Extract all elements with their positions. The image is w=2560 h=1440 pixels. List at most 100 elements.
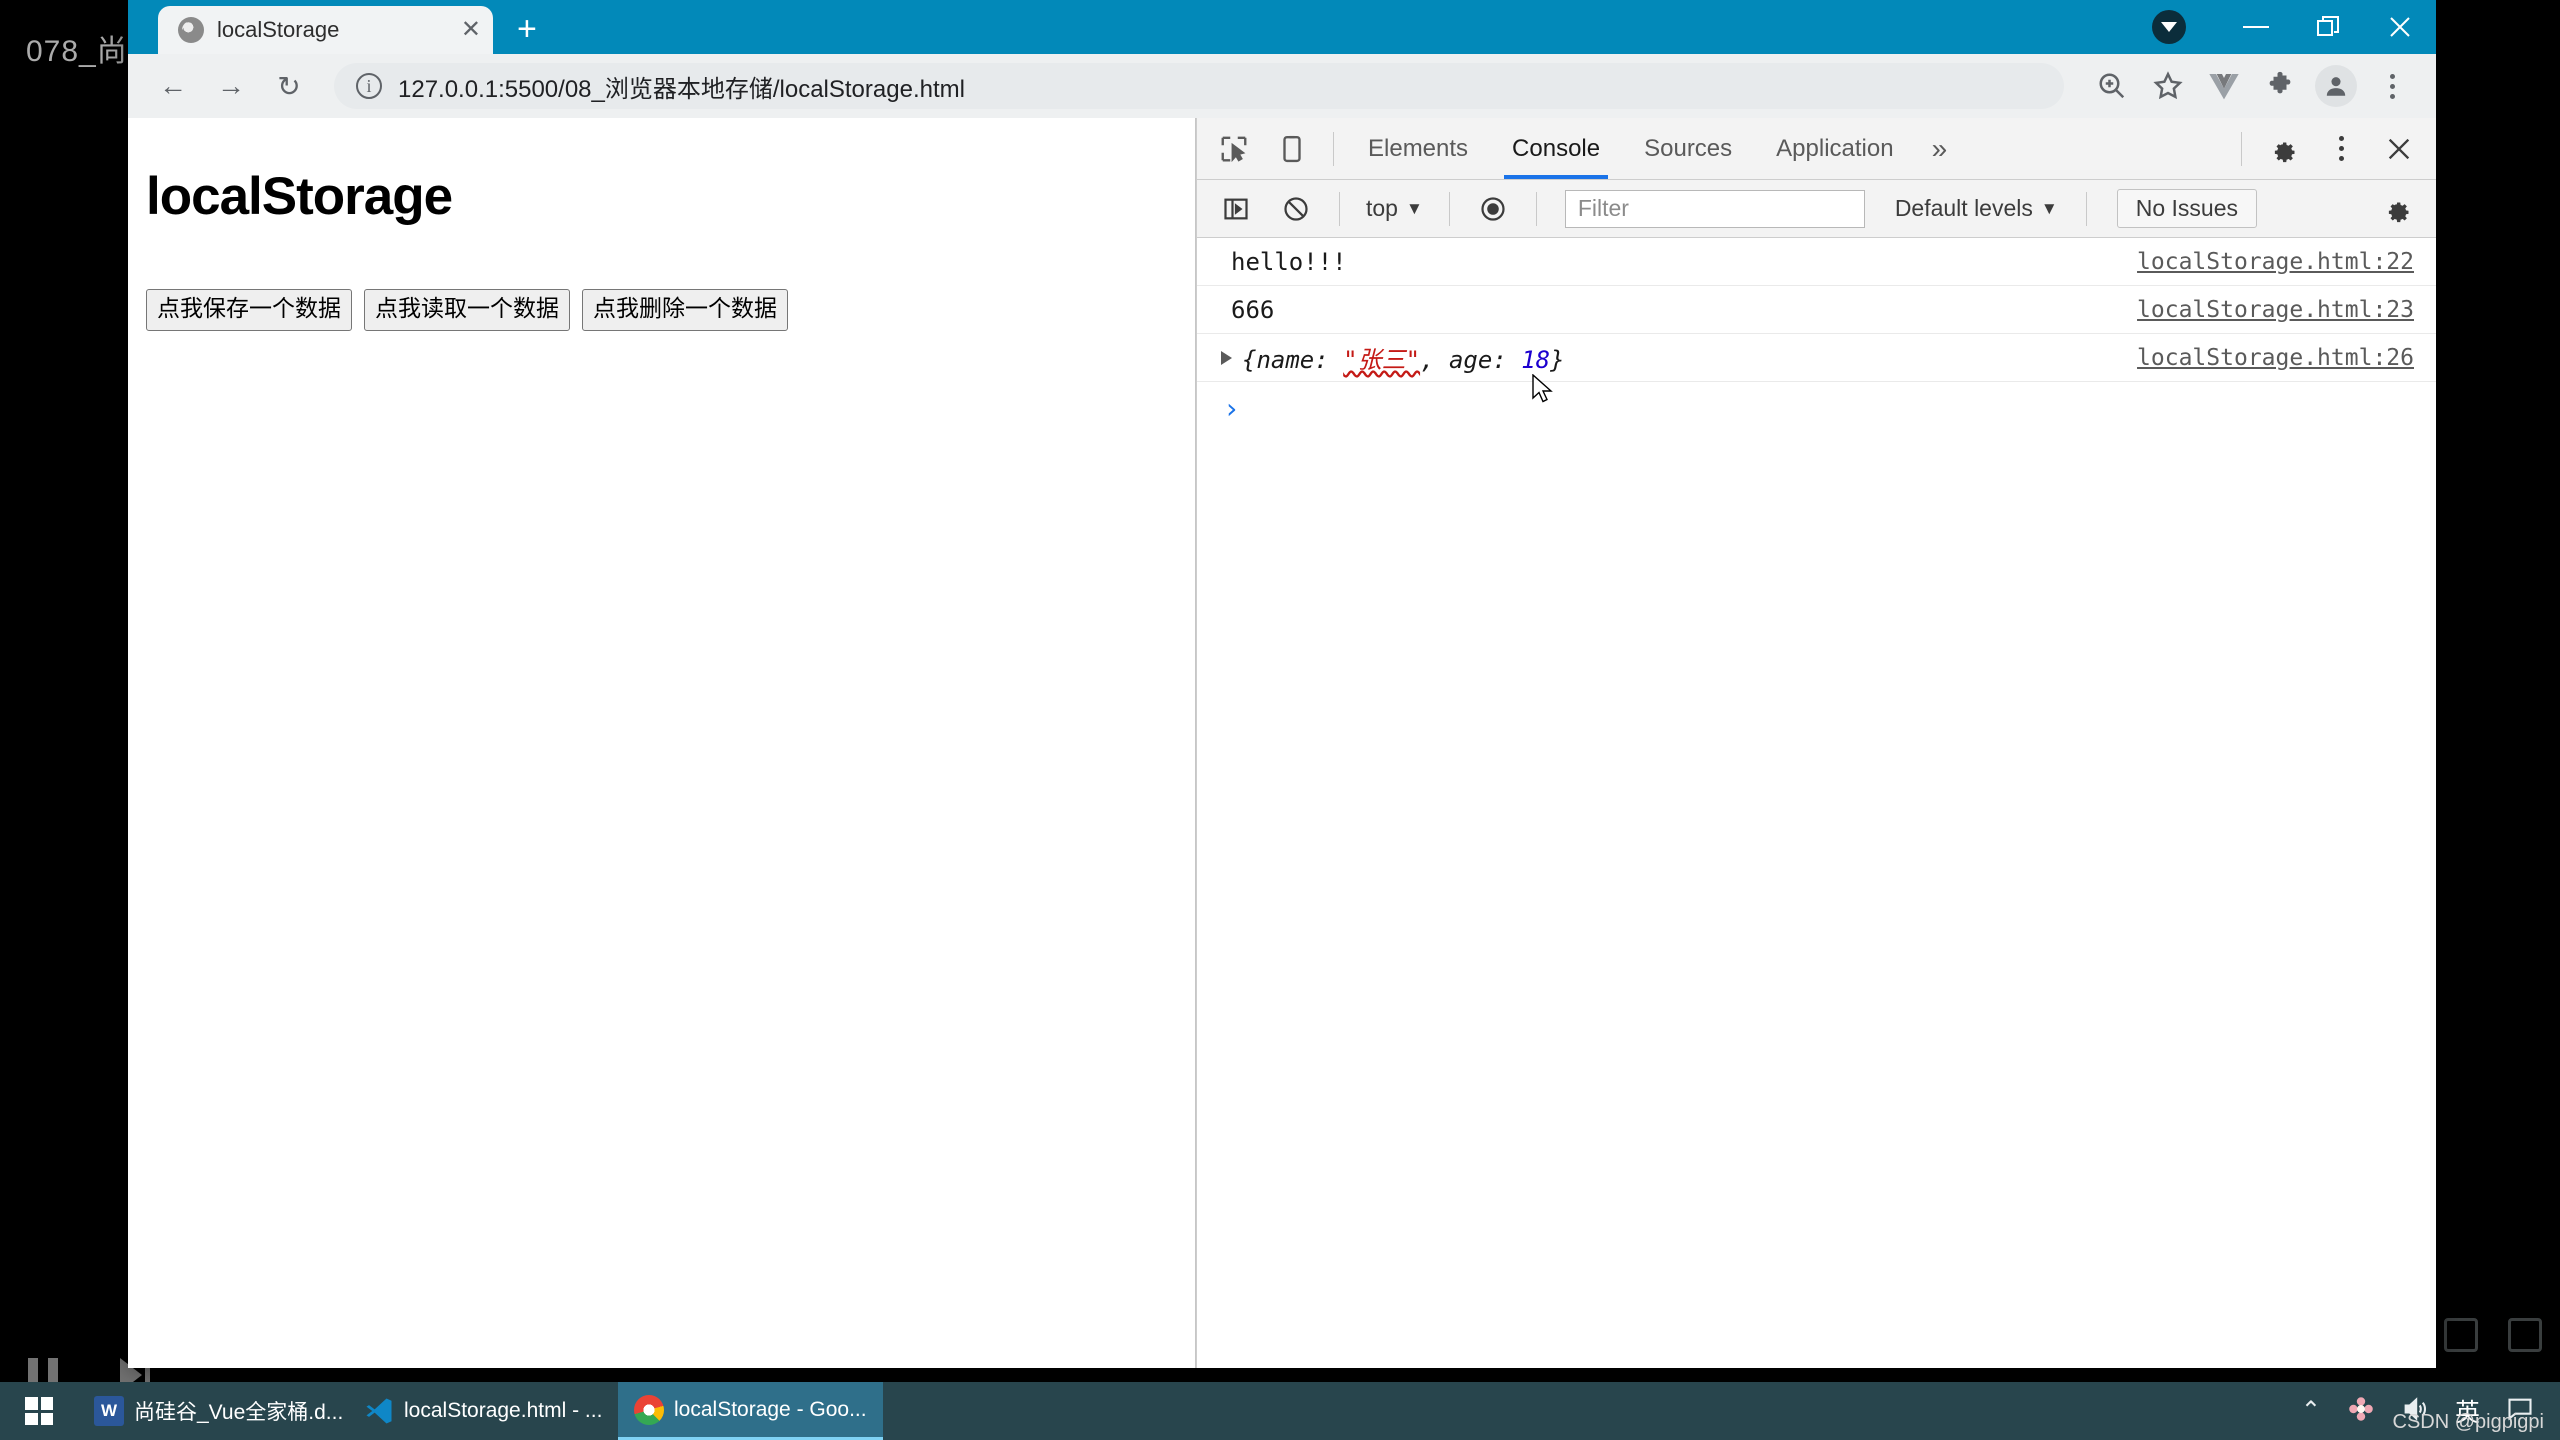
prompt-caret-icon: › (1223, 392, 1240, 425)
execution-context-selector[interactable]: top ▼ (1356, 195, 1433, 222)
object-value-name: "张三" (1343, 346, 1421, 374)
avatar (2315, 65, 2357, 107)
divider (1333, 131, 1334, 166)
page-title: localStorage (146, 167, 453, 226)
more-tabs-button[interactable]: » (1918, 133, 1962, 165)
gear-icon[interactable] (2370, 182, 2424, 236)
tab-strip: localStorage ✕ + (128, 0, 2436, 54)
object-open-brace: { (1242, 346, 1257, 374)
taskbar-item-word[interactable]: W 尚硅谷_Vue全家桶.d... (78, 1382, 348, 1440)
taskbar-item-chrome[interactable]: localStorage - Goo... (618, 1382, 883, 1440)
three-dot-menu-icon[interactable] (2366, 60, 2418, 112)
divider (2241, 131, 2242, 166)
three-dot-menu-icon[interactable] (2314, 122, 2368, 176)
minimize-button[interactable] (2220, 0, 2292, 54)
tab-elements[interactable]: Elements (1348, 119, 1488, 179)
console-sidebar-icon[interactable] (1209, 182, 1263, 236)
delete-data-button[interactable]: 点我删除一个数据 (582, 289, 788, 331)
levels-label: Default levels (1894, 195, 2033, 221)
eye-icon[interactable] (1466, 182, 1520, 236)
forward-button[interactable]: → (204, 59, 258, 113)
log-levels-selector[interactable]: Default levels ▼ (1883, 195, 2070, 222)
taskbar-item-label: 尚硅谷_Vue全家桶.d... (134, 1401, 344, 1424)
windows-start-icon[interactable] (0, 1382, 78, 1440)
page-button-group: 点我保存一个数据 点我读取一个数据 点我删除一个数据 (146, 289, 1196, 331)
fullscreen-icon[interactable] (2444, 1318, 2478, 1352)
tab-application[interactable]: Application (1756, 119, 1913, 179)
log-source-link[interactable]: localStorage.html:23 (2137, 297, 2414, 323)
info-icon[interactable]: i (356, 73, 382, 99)
divider (1448, 191, 1450, 226)
tab-console[interactable]: Console (1492, 119, 1620, 179)
word-icon: W (94, 1396, 124, 1426)
device-toolbar-icon[interactable] (1265, 122, 1319, 176)
browser-toolbar: ← → ↻ i 127.0.0.1:5500/08_浏览器本地存储/localS… (128, 54, 2436, 118)
windows-taskbar: W 尚硅谷_Vue全家桶.d... localStorage.html - ..… (0, 1382, 2560, 1440)
chrome-icon (634, 1394, 664, 1425)
expand-triangle-icon[interactable] (1221, 350, 1232, 365)
page-viewport: localStorage 点我保存一个数据 点我读取一个数据 点我删除一个数据 (128, 118, 1196, 1368)
object-close-brace: } (1550, 346, 1565, 374)
divider (1339, 191, 1340, 226)
read-data-button[interactable]: 点我读取一个数据 (364, 289, 570, 331)
log-source-link[interactable]: localStorage.html:26 (2137, 345, 2414, 371)
divider (2085, 191, 2087, 226)
object-value-age: 18 (1521, 346, 1551, 374)
log-source-link[interactable]: localStorage.html:22 (2137, 249, 2414, 275)
chevron-down-icon: ▼ (2040, 198, 2058, 218)
tray-overflow-icon[interactable]: ⌃ (2301, 1399, 2321, 1423)
clear-console-icon[interactable] (1269, 182, 1323, 236)
windows-logo (25, 1397, 53, 1425)
issues-button[interactable]: No Issues (2116, 189, 2257, 228)
console-log-row[interactable]: 666 localStorage.html:23 (1197, 286, 2436, 334)
console-input-prompt[interactable]: › (1197, 382, 2436, 435)
back-button[interactable]: ← (146, 59, 200, 113)
gear-icon[interactable] (2256, 122, 2310, 176)
devtools-panel: Elements Console Sources Application » t… (1196, 118, 2436, 1368)
log-message-object: {name: "张三", age: 18} (1221, 340, 1565, 375)
address-bar[interactable]: i 127.0.0.1:5500/08_浏览器本地存储/localStorage… (334, 63, 2064, 109)
widescreen-icon[interactable] (2508, 1318, 2542, 1352)
flower-tray-icon[interactable] (2347, 1395, 2375, 1428)
filter-input[interactable]: Filter (1564, 189, 1865, 228)
console-log-row[interactable]: hello!!! localStorage.html:22 (1197, 238, 2436, 286)
console-log-list: hello!!! localStorage.html:22 666 localS… (1197, 238, 2436, 1368)
new-tab-button[interactable]: + (509, 12, 545, 46)
taskbar-item-label: localStorage.html - ... (404, 1399, 603, 1422)
console-toolbar: top ▼ Filter Default levels ▼ No Issues (1197, 180, 2436, 238)
tab-title: localStorage (217, 17, 340, 42)
taskbar-item-vscode[interactable]: localStorage.html - ... (348, 1382, 618, 1440)
download-indicator-icon[interactable] (2152, 10, 2186, 44)
taskbar-item-label: localStorage - Goo... (674, 1397, 867, 1421)
save-data-button[interactable]: 点我保存一个数据 (146, 289, 352, 331)
browser-tab-localstorage[interactable]: localStorage ✕ (158, 6, 493, 54)
object-key-age: age: (1448, 346, 1522, 374)
close-button[interactable] (2364, 0, 2436, 54)
log-message: 666 (1231, 295, 1275, 324)
player-overlay-icons (2444, 1318, 2542, 1352)
chevron-down-icon: ▼ (1405, 198, 1423, 218)
console-log-row-object[interactable]: {name: "张三", age: 18} localStorage.html:… (1197, 334, 2436, 382)
context-label: top (1366, 195, 1398, 221)
object-preview: {name: "张三", age: 18} (1242, 340, 1565, 375)
tab-sources[interactable]: Sources (1624, 119, 1752, 179)
url-text: 127.0.0.1:5500/08_浏览器本地存储/localStorage.h… (398, 75, 965, 103)
kebab-dots (2338, 136, 2344, 161)
profile-avatar-icon[interactable] (2310, 60, 2362, 112)
restore-button[interactable] (2292, 0, 2364, 54)
close-icon[interactable]: ✕ (461, 18, 481, 42)
inspect-element-icon[interactable] (1207, 122, 1261, 176)
devtools-tabbar-right (2231, 122, 2426, 176)
close-icon[interactable] (2372, 122, 2426, 176)
puzzle-piece-icon[interactable] (2254, 60, 2306, 112)
chrome-browser-window: localStorage ✕ + ← → ↻ i 127.0.0.1:5500/… (128, 0, 2436, 1368)
reload-button[interactable]: ↻ (262, 59, 316, 113)
vue-extension-icon[interactable] (2198, 60, 2250, 112)
log-message: hello!!! (1231, 247, 1347, 276)
panel-resize-handle[interactable] (1195, 118, 1196, 1368)
star-icon[interactable] (2142, 60, 2194, 112)
zoom-in-icon[interactable] (2086, 60, 2138, 112)
window-controls (2152, 0, 2436, 54)
devtools-tab-bar: Elements Console Sources Application » (1197, 118, 2436, 180)
content-devtools-split: localStorage 点我保存一个数据 点我读取一个数据 点我删除一个数据 (128, 118, 2436, 1368)
